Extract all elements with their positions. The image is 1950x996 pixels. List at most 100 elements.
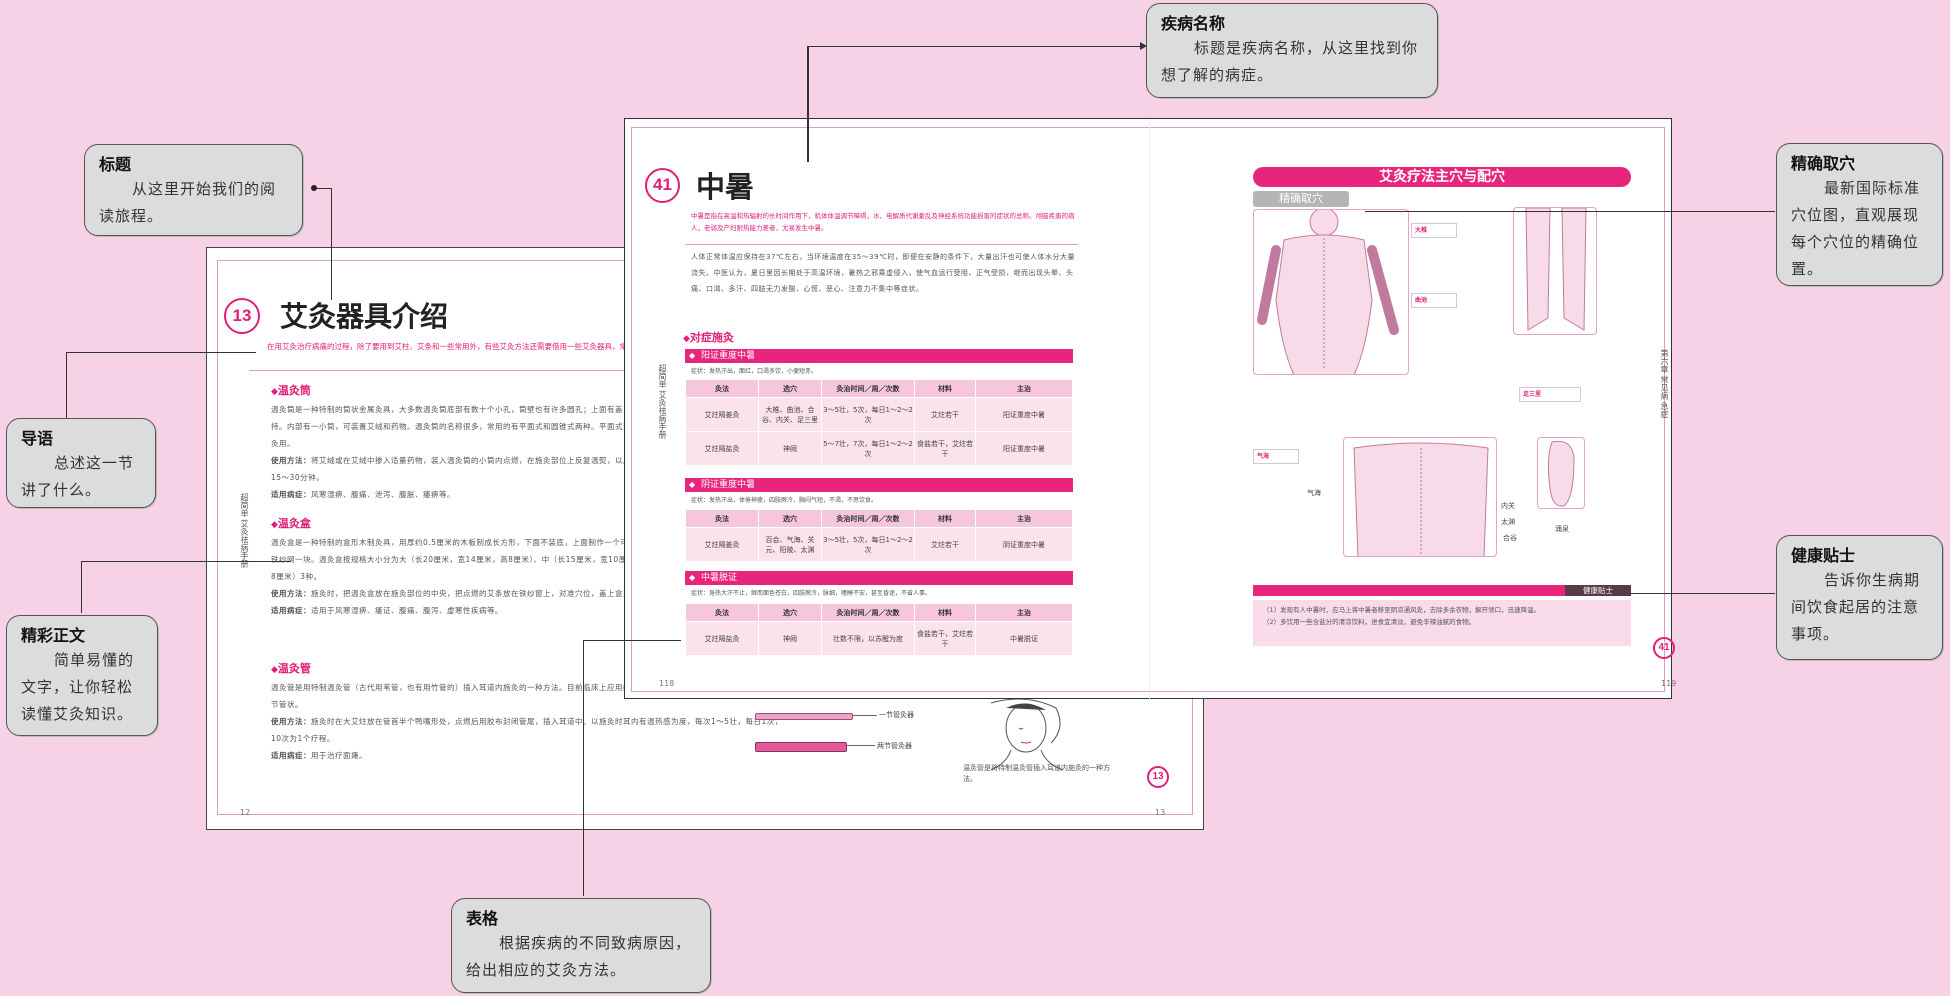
moxa-tube-two-section xyxy=(755,742,847,752)
label-yongquan: 涌泉 xyxy=(1555,525,1569,533)
moxa-tube-one-section xyxy=(755,713,853,720)
label-qihai: 气海 xyxy=(1307,489,1321,497)
leader-acupoint-h xyxy=(1365,211,1775,212)
treatment-table-2: 灸法 选穴 灸治时间／周／次数 材料 主治 艾炷隔姜灸 百会、气海、关元、阳陵、… xyxy=(685,509,1073,562)
front-corner-number: 41 xyxy=(1653,637,1675,659)
tip-box: （1）发现有人中暑时，应马上将中暑者移至阴凉通风处，去除多余衣物，解开领口，迅速… xyxy=(1253,600,1631,646)
callout-main-text: 精彩正文 简单易懂的文字，让你轻松读懂艾灸知识。 xyxy=(6,615,158,736)
type-bar-yin: 阴证重度中暑 xyxy=(685,478,1073,492)
col-points: 选穴 xyxy=(758,603,822,622)
acupoint-header-bar: 艾灸疗法主穴与配穴 xyxy=(1253,167,1631,187)
col-indication: 主治 xyxy=(975,603,1073,622)
callout-disease-name-title: 疾病名称 xyxy=(1161,14,1226,33)
leader-table-h xyxy=(583,640,681,641)
leader-disease-h xyxy=(807,46,1147,47)
back-page-right: 13 xyxy=(1155,808,1166,817)
leader-title-dot xyxy=(311,185,317,191)
callout-health-tips-body: 告诉你生病期间饮食起居的注意事项。 xyxy=(1791,571,1921,643)
callout-table: 表格 根据疾病的不同致病原因，给出相应的艾灸方法。 xyxy=(451,898,711,993)
col-indication: 主治 xyxy=(975,509,1073,528)
point-chip-dazhui: 大椎 xyxy=(1411,223,1457,238)
back-page-left: 12 xyxy=(240,808,251,817)
callout-disease-name-body: 标题是疾病名称，从这里找到你想了解的病症。 xyxy=(1161,39,1419,84)
callout-intro-body: 总述这一节讲了什么。 xyxy=(21,454,135,499)
label-taiyuan: 太渊 xyxy=(1501,518,1515,526)
cell: 3～5壮，5次，每日1～2～2次 xyxy=(821,527,915,562)
treatment-table-3: 灸法 选穴 灸治时间／周／次数 材料 主治 艾炷隔盐灸 神阙 壮数不限，以苏醒为… xyxy=(685,603,1073,656)
front-spread: 41 中暑 中暑是指在高温和热辐射的长时间作用下，机体体温调节障碍，水、电解质代… xyxy=(624,118,1676,700)
cell: 艾炷隔姜灸 xyxy=(685,527,759,562)
foot-figure xyxy=(1537,437,1585,509)
callout-health-tips-title: 健康贴士 xyxy=(1791,546,1856,565)
face-caption: 温灸管是将特制温灸管插入耳道内施灸的一种方法。 xyxy=(963,764,1110,783)
col-time: 灸治时间／周／次数 xyxy=(821,379,915,398)
cell: 阳证重度中暑 xyxy=(975,397,1073,432)
cell: 艾炷隔姜灸 xyxy=(685,397,759,432)
callout-health-tips: 健康贴士 告诉你生病期间饮食起居的注意事项。 xyxy=(1776,535,1943,660)
cell: 艾炷若干 xyxy=(914,527,976,562)
callout-main-text-body: 简单易懂的文字，让你轻松读懂艾灸知识。 xyxy=(21,651,135,723)
section-heading-3: 温灸管 xyxy=(271,660,311,676)
leader-main-h xyxy=(81,561,291,562)
disease-number: 41 xyxy=(645,168,680,203)
leader-intro-v xyxy=(66,352,67,418)
type-bar-collapse: 中暑脱证 xyxy=(685,571,1073,585)
cell: 中暑脱证 xyxy=(975,621,1073,656)
callout-table-title: 表格 xyxy=(466,909,499,928)
callout-intro-title: 导语 xyxy=(21,429,54,448)
col-indication: 主治 xyxy=(975,379,1073,398)
cell: 百会、气海、关元、阳陵、太渊 xyxy=(758,527,822,562)
cell: 食盐若干，艾炷若干 xyxy=(914,621,976,656)
callout-acupoint-title: 精确取穴 xyxy=(1791,154,1856,173)
tube-line-2 xyxy=(847,745,875,746)
legs-svg xyxy=(1525,208,1587,331)
front-body-svg xyxy=(1353,442,1489,556)
cell: 艾炷隔盐灸 xyxy=(685,431,759,466)
cell: 艾炷隔盐灸 xyxy=(685,621,759,656)
callout-title: 标题 从这里开始我们的阅读旅程。 xyxy=(84,144,303,236)
treatment-table-1: 灸法 选穴 灸治时间／周／次数 材料 主治 艾炷隔姜灸 大椎、曲池、合谷、内关、… xyxy=(685,379,1073,466)
center-gutter xyxy=(1149,119,1150,700)
col-material: 材料 xyxy=(914,509,976,528)
point-chip-zusanli: 足三里 xyxy=(1519,387,1581,402)
leader-tips-h xyxy=(1630,593,1775,594)
leader-table-v xyxy=(583,640,584,896)
callout-acupoint-body: 最新国际标准穴位图，直观展现每个穴位的精确位置。 xyxy=(1791,179,1921,278)
callout-intro: 导语 总述这一节讲了什么。 xyxy=(6,418,156,508)
cell: 3～5壮，5次，每日1～2～2次 xyxy=(821,397,915,432)
col-method: 灸法 xyxy=(685,603,759,622)
back-side-tab: 超简单 艾灸祛病手册 xyxy=(240,493,249,568)
cell: 5～7壮，7次，每日1～2～2次 xyxy=(821,431,915,466)
front-page-right: 119 xyxy=(1661,679,1677,688)
section-title: 艾灸器具介绍 xyxy=(280,300,449,333)
col-time: 灸治时间／周／次数 xyxy=(821,603,915,622)
disease-title: 中暑 xyxy=(696,170,755,204)
callout-table-body: 根据疾病的不同致病原因，给出相应的艾灸方法。 xyxy=(466,934,692,979)
callout-acupoint: 精确取穴 最新国际标准穴位图，直观展现每个穴位的精确位置。 xyxy=(1776,143,1943,286)
leader-disease-v xyxy=(807,46,809,162)
type-note-collapse: 症状：身热大汗不止，继而面色苍白，四肢厥冷，脉细，嗜睡不安，甚至昏迷，不省人事。 xyxy=(691,590,932,597)
point-chip-qihai: 气海 xyxy=(1253,449,1299,464)
label-neiguan: 内关 xyxy=(1501,502,1515,510)
precise-label: 精确取穴 xyxy=(1253,191,1349,207)
tube-line-1 xyxy=(853,715,877,716)
tip-line-1: （1）发现有人中暑时，应马上将中暑者移至阴凉通风处，去除多余衣物，解开领口，迅速… xyxy=(1263,606,1541,614)
tube-label-2: 两节管灸器 xyxy=(877,742,912,750)
front-side-tab-left: 超简单 艾灸祛病手册 xyxy=(658,364,667,439)
type-note-yang: 症状：发热汗出，面红，口渴多饮，小便短赤。 xyxy=(691,368,818,375)
tip-line-2: （2）多饮用一些含盐分的清凉饮料，进食宜清淡，避免辛辣油腻的食物。 xyxy=(1263,618,1476,626)
col-points: 选穴 xyxy=(758,379,822,398)
cell: 艾炷若干 xyxy=(914,397,976,432)
callout-title-body: 从这里开始我们的阅读旅程。 xyxy=(99,180,277,225)
tube-label-1: 一节管灸器 xyxy=(879,711,914,719)
cell: 神阙 xyxy=(758,431,822,466)
disease-body: 人体正常体温应保持在37℃左右，当环境温度在35～39℃时，即便在安静的条件下，… xyxy=(691,253,1075,293)
cell: 壮数不限，以苏醒为度 xyxy=(821,621,915,656)
front-side-tab-right: 第六章 常见病 急症 xyxy=(1660,349,1669,419)
section-heading-1: 温灸筒 xyxy=(271,382,311,398)
col-points: 选穴 xyxy=(758,509,822,528)
tip-label: 健康贴士 xyxy=(1565,585,1631,596)
cell: 食盐若干，艾炷若干 xyxy=(914,431,976,466)
leader-title-v xyxy=(331,188,332,300)
back-body-svg xyxy=(1257,210,1399,374)
